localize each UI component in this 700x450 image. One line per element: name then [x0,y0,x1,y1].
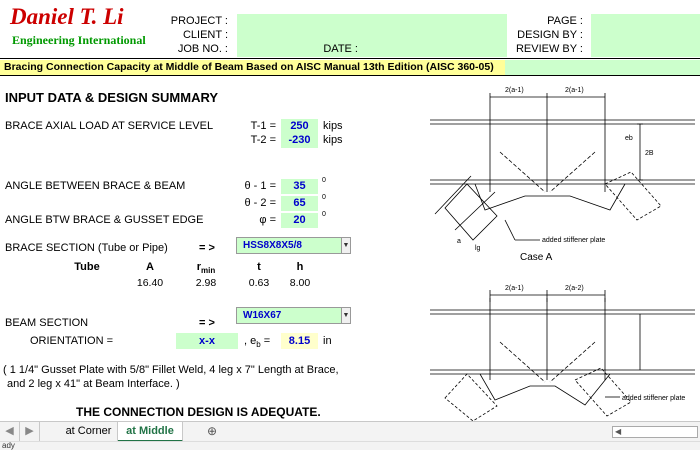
company-logo-subtitle: Engineering International [12,33,146,47]
theta2-label: θ - 2 = [244,197,277,209]
orientation-input[interactable]: x-x [176,333,238,349]
page-label: PAGE : [547,15,583,27]
t1-input[interactable]: 250 [281,119,318,134]
stiffener-label: added stiffener plate [542,237,605,244]
project-info-field[interactable] [237,14,507,57]
chevron-down-icon[interactable]: ▼ [341,237,351,254]
sheet-title-bar: Bracing Connection Capacity at Middle of… [0,60,700,75]
a-label: a [457,238,461,245]
rmin-subscript: min [201,266,216,276]
prop-value-rmin: 2.98 [195,277,217,289]
height-label: 2B [645,150,654,157]
chevron-down-icon[interactable]: ▼ [341,307,351,324]
brace-section-value: HSS8X8X5/8 [243,240,302,251]
status-text: ady [2,441,15,450]
angle-gusset-label: ANGLE BTW BRACE & GUSSET EDGE [5,214,204,226]
top-dim-1: 2(a-1) [505,87,524,94]
sheet-title: Bracing Connection Capacity at Middle of… [4,61,494,73]
bottom-dim-1: 2(a-1) [505,285,524,292]
theta1-label: θ - 1 = [244,180,277,192]
page-info-field[interactable] [591,14,700,57]
beam-section-arrow: = > [199,317,215,329]
bottom-dim-2: 2(a-2) [565,285,584,292]
title-bar-green [505,60,700,75]
sheet-tab-bar: ◀ ▶ at Corner at Middle ⊕ ◀ [0,421,700,442]
add-sheet-button[interactable]: ⊕ [200,422,224,442]
prop-header-h: h [296,261,304,273]
brace-section-select[interactable]: HSS8X8X5/8 ▼ [236,237,351,254]
design-by-label: DESIGN BY : [517,29,583,41]
t1-label: T-1 = [250,120,276,132]
project-label: PROJECT : [170,15,228,27]
review-by-label: REVIEW BY : [515,43,583,55]
summary-line-1: ( 1 1/4" Gusset Plate with 5/8" Fillet W… [3,364,339,376]
phi-degree: 0 [322,211,326,218]
prop-value-h: 8.00 [289,277,311,289]
eb-label: , eb = [244,335,270,349]
eb-value: 8.15 [281,333,318,349]
horizontal-scrollbar[interactable]: ◀ [612,426,698,438]
t1-unit: kips [323,120,343,132]
brace-section-arrow: = > [199,242,215,254]
phi-label: φ = [259,214,276,226]
section-title: INPUT DATA & DESIGN SUMMARY [5,90,219,105]
prop-header-rmin: rmin [186,261,226,275]
scroll-left-icon[interactable]: ◀ [615,427,621,437]
theta2-degree: 0 [322,194,326,201]
date-label: DATE : [323,43,358,55]
tab-nav-next[interactable]: ▶ [20,422,40,442]
top-dim-2: 2(a-1) [565,87,584,94]
prop-value-area: 16.40 [136,277,164,289]
job-no-label: JOB NO. : [177,43,228,55]
prop-header-area: A [146,261,154,273]
eb-suffix: = [260,335,271,347]
t2-input[interactable]: -230 [281,133,318,148]
eb-prefix: , e [244,335,257,347]
title-divider [0,75,700,76]
brace-load-label: BRACE AXIAL LOAD AT SERVICE LEVEL [5,120,214,132]
theta1-input[interactable]: 35 [281,179,318,194]
summary-line-2: and 2 leg x 41" at Beam Interface. ) [7,378,180,390]
case-label: Case A [520,252,553,263]
design-conclusion: THE CONNECTION DESIGN IS ADEQUATE. [76,405,321,419]
brace-section-label: BRACE SECTION (Tube or Pipe) [5,242,168,254]
prop-header-t: t [257,261,261,273]
connection-diagram: 2(a-1) 2(a-1) 2B eb lg a added stiffener… [430,87,695,421]
prop-header-type: Tube [74,261,100,273]
t2-unit: kips [323,134,343,146]
stiffener-label-2: added stiffener plate [622,395,685,402]
tab-nav-prev[interactable]: ◀ [0,422,20,442]
lg-label: lg [475,245,481,252]
tab-at-middle[interactable]: at Middle [118,422,183,442]
company-logo-name: Daniel T. Li [10,4,124,29]
status-bar: ady [0,441,700,450]
beam-section-label: BEAM SECTION [5,317,89,329]
header-divider [0,58,700,59]
beam-section-value: W16X67 [243,310,282,321]
t2-label: T-2 = [250,134,276,146]
prop-value-t: 0.63 [248,277,270,289]
phi-input[interactable]: 20 [281,213,318,228]
client-label: CLIENT : [182,29,228,41]
tab-at-corner[interactable]: at Corner [60,422,118,442]
theta1-degree: 0 [322,177,326,184]
angle-brace-beam-label: ANGLE BETWEEN BRACE & BEAM [5,180,186,192]
theta2-input[interactable]: 65 [281,196,318,211]
eb-diagram-label: eb [625,135,633,142]
eb-unit: in [323,335,332,347]
orientation-label: ORIENTATION = [30,335,114,347]
beam-section-select[interactable]: W16X67 ▼ [236,307,351,324]
